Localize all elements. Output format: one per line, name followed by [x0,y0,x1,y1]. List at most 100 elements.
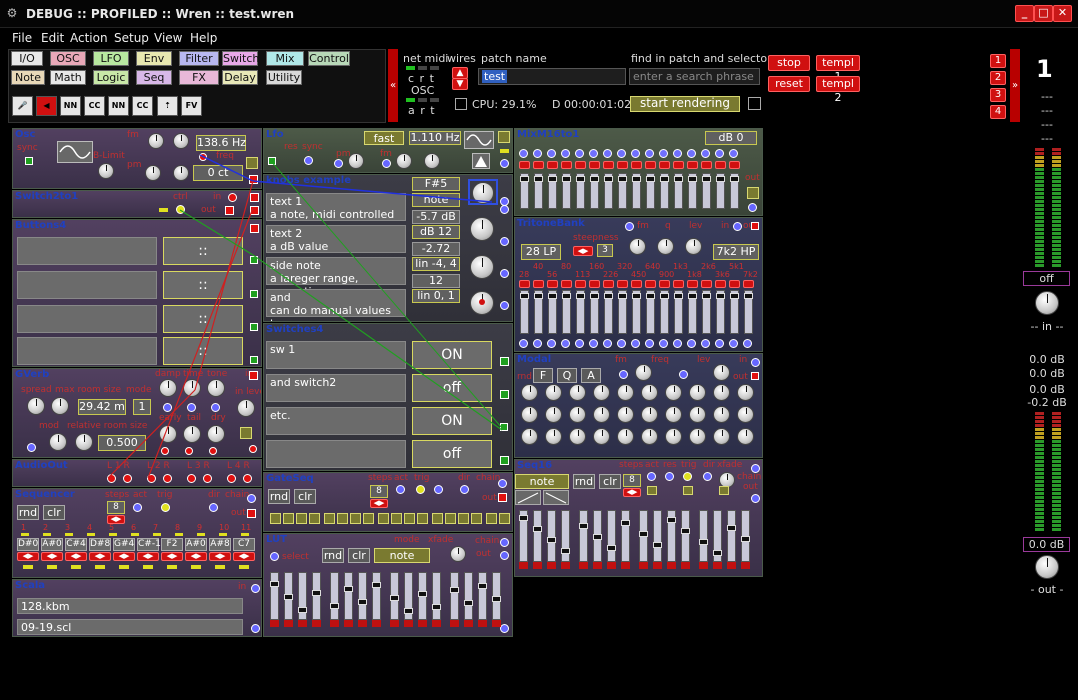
lut-fader[interactable] [372,572,381,627]
step-fader[interactable] [741,510,750,569]
out-connector[interactable] [500,423,508,431]
gate-step[interactable] [404,513,415,524]
roomsize-knob[interactable] [75,433,93,451]
range-button[interactable]: note [412,193,460,207]
gate-step[interactable] [471,513,482,524]
slope-up-icon[interactable] [515,490,541,505]
mix-fader[interactable] [520,173,529,209]
act-toggle[interactable] [647,486,657,495]
mix-stepper[interactable] [575,161,586,169]
fader-handle[interactable] [533,526,542,532]
slope-down-icon[interactable] [543,490,569,505]
band-fader[interactable] [716,290,725,334]
pm-knob[interactable] [145,165,161,181]
button-3[interactable]: :: [163,305,243,333]
freq-connector[interactable] [199,153,207,161]
fader-handle[interactable] [646,293,655,299]
button-1[interactable]: :: [163,237,243,265]
fader-handle[interactable] [660,293,669,299]
fader-stepper[interactable] [372,620,381,627]
gate-step[interactable] [283,513,294,524]
gate-step[interactable] [337,513,348,524]
osc-toggle[interactable] [246,157,258,169]
template-1-button[interactable]: templ 1 [816,55,860,83]
fader-handle[interactable] [579,523,588,529]
fader-handle[interactable] [464,600,473,606]
in-connector[interactable] [107,474,116,483]
mix-stepper[interactable] [645,161,656,169]
lut-fader[interactable] [478,572,487,627]
lut-fader[interactable] [404,572,413,627]
fader-handle[interactable] [713,550,722,556]
lut-fader[interactable] [432,572,441,627]
lut-fader[interactable] [358,572,367,627]
osc-out-connector[interactable] [249,175,258,184]
in-connector[interactable] [187,474,196,483]
tune-knob[interactable] [173,133,189,149]
chain-connector[interactable] [500,538,509,547]
fm-knob[interactable] [148,133,164,149]
step-fader[interactable] [699,510,708,569]
out-connector[interactable] [500,269,509,278]
mix-stepper[interactable] [715,161,726,169]
band-connector[interactable] [659,339,668,348]
act-connector[interactable] [647,472,656,481]
fader-stepper[interactable] [621,562,630,569]
fader-handle[interactable] [519,515,528,521]
step-note[interactable]: F2 [161,538,183,551]
clear-button[interactable]: clr [599,474,621,489]
band-fader[interactable] [590,290,599,334]
band-fader[interactable] [646,290,655,334]
mix-stepper[interactable] [533,161,544,169]
band-connector[interactable] [603,339,612,348]
fader-stepper[interactable] [653,562,662,569]
switch2to1-module[interactable]: Switch2to1 ctrl in out [12,190,262,218]
value-display[interactable]: -2.72 [412,242,460,256]
kbm-file-field[interactable]: 128.kbm [17,598,243,614]
random-button[interactable]: rnd [322,548,344,563]
note-stepper[interactable]: ◀▶ [113,552,135,561]
render-checkbox[interactable] [748,97,761,110]
mode-knob[interactable] [689,384,706,401]
mix-module[interactable]: MixM16to1 dB 0 out [514,128,763,216]
fader-handle[interactable] [632,293,641,299]
band-connector[interactable] [547,339,556,348]
button-label-cell[interactable] [17,337,157,365]
fader-handle[interactable] [699,539,708,545]
band-stepper[interactable] [547,280,558,288]
fader-handle[interactable] [621,520,630,526]
band-fader[interactable] [548,290,557,334]
steepness-stepper[interactable]: ◀▶ [573,246,593,256]
out-connector[interactable] [250,224,259,233]
fader-handle[interactable] [741,536,750,542]
out-connector[interactable] [209,447,217,455]
speaker-icon[interactable]: ◀ [36,96,57,116]
band-connector[interactable] [743,339,752,348]
mode-knob[interactable] [569,384,586,401]
tab-seq[interactable]: Seq [136,70,172,85]
fader-stepper[interactable] [681,562,690,569]
frequency-display[interactable]: 138.6 Hz [196,135,246,151]
band-stepper[interactable] [743,280,754,288]
band-connector[interactable] [645,339,654,348]
fader-handle[interactable] [344,586,353,592]
menu-file[interactable]: File [12,31,32,45]
room-size-display[interactable]: 29.42 m [78,399,126,415]
band-fader[interactable] [562,290,571,334]
out-connector[interactable] [500,205,509,214]
note-stepper[interactable]: ◀▶ [209,552,231,561]
mode-knob[interactable] [737,428,754,445]
out-connector[interactable] [250,256,258,264]
band-stepper[interactable] [659,280,670,288]
mix-db-display[interactable]: dB 0 [705,131,757,145]
mode-display[interactable]: 1 [133,399,151,415]
note-stepper[interactable]: ◀▶ [89,552,111,561]
fader-stepper[interactable] [312,620,321,627]
mix-input-connector[interactable] [729,149,738,158]
audioout-module[interactable]: AudioOut L 1 R L 2 R L 3 R L 4 R [12,459,262,487]
lut-module[interactable]: LUT select rnd clr note mode xfade chain… [263,533,513,637]
mix-stepper[interactable] [603,161,614,169]
buttons4-module[interactable]: Buttons4 :: :: :: :: [12,219,262,367]
step-note[interactable]: A#0 [185,538,207,551]
chain-connector[interactable] [247,494,256,503]
